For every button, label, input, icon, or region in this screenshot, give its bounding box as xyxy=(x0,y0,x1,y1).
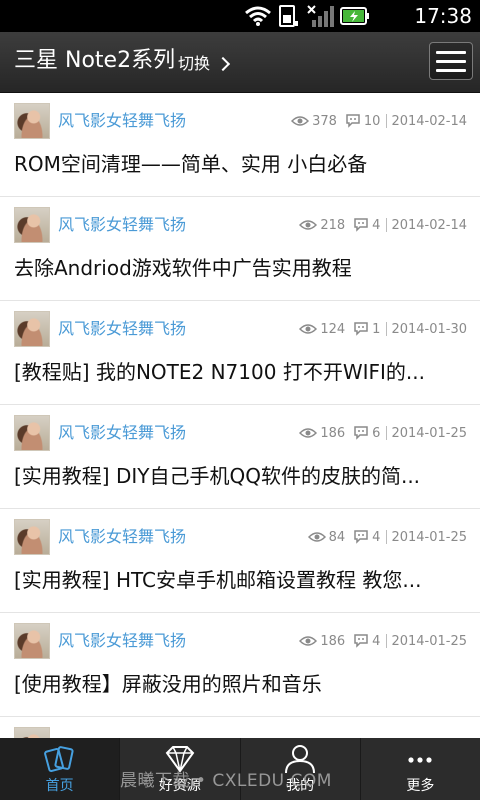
eye-icon xyxy=(299,324,318,334)
comment-icon xyxy=(354,218,368,232)
avatar[interactable] xyxy=(14,519,50,555)
view-count: 378 xyxy=(312,113,337,129)
meta-divider xyxy=(386,322,388,336)
switch-label: 切换 xyxy=(178,54,211,73)
item-meta: 186 4 2014-01-25 xyxy=(299,631,467,651)
meta-divider xyxy=(386,634,388,648)
app-bar: 三星 Note2系列 切换 xyxy=(0,32,480,93)
eye-icon xyxy=(299,220,318,230)
author-name[interactable]: 风飞影女轻舞飞扬 xyxy=(58,631,186,651)
comment-icon xyxy=(354,322,368,336)
author-name[interactable]: 风飞影女轻舞飞扬 xyxy=(58,423,186,443)
tab-label: 更多 xyxy=(406,778,435,794)
list-item[interactable]: 风飞影女轻舞飞扬 186 4 2014-01-25 [使用教程】屏蔽没用的照片和… xyxy=(0,613,480,717)
comment-count: 1 xyxy=(372,321,381,337)
comment-icon xyxy=(354,634,368,648)
article-title[interactable]: ROM空间清理——简单、实用 小白必备 xyxy=(14,151,466,177)
article-title[interactable]: [教程贴] 我的NOTE2 N7100 打不开WIFI的... xyxy=(14,359,466,385)
list-item-partial[interactable] xyxy=(0,717,480,738)
view-count: 84 xyxy=(328,529,346,545)
item-meta: 378 10 2014-02-14 xyxy=(291,111,467,131)
tab-mine[interactable]: 我的 xyxy=(241,738,361,800)
bottom-tab-bar: 首页 好资源 我的 更多 xyxy=(0,738,480,800)
post-date: 2014-02-14 xyxy=(391,217,467,233)
menu-icon-line xyxy=(436,68,466,72)
eye-icon xyxy=(307,532,326,542)
view-count: 186 xyxy=(320,633,346,649)
meta-divider xyxy=(386,530,388,544)
author-name[interactable]: 风飞影女轻舞飞扬 xyxy=(58,319,186,339)
sim-icon xyxy=(279,5,298,27)
more-dots-icon xyxy=(408,757,432,763)
meta-divider xyxy=(386,426,388,440)
chevron-right-icon xyxy=(215,56,231,72)
comment-icon xyxy=(346,114,360,128)
menu-icon-line xyxy=(436,50,466,54)
post-date: 2014-01-25 xyxy=(391,633,467,649)
meta-divider xyxy=(386,218,388,232)
item-meta: 218 4 2014-02-14 xyxy=(299,215,467,235)
comment-count: 10 xyxy=(363,113,381,129)
list-item[interactable]: 风飞影女轻舞飞扬 378 10 2014-02-14 ROM空间清理——简单、实… xyxy=(0,93,480,197)
avatar[interactable] xyxy=(14,623,50,659)
battery-icon xyxy=(340,7,369,25)
article-list: 风飞影女轻舞飞扬 378 10 2014-02-14 ROM空间清理——简单、实… xyxy=(0,93,480,738)
wifi-icon xyxy=(245,6,271,26)
item-meta: 186 6 2014-01-25 xyxy=(299,423,467,443)
status-bar: 17:38 xyxy=(0,0,480,32)
comment-count: 4 xyxy=(372,633,381,649)
avatar[interactable] xyxy=(14,727,50,738)
comment-count: 4 xyxy=(372,529,381,545)
page-title: 三星 Note2系列 xyxy=(14,48,176,73)
post-date: 2014-01-30 xyxy=(391,321,467,337)
author-name[interactable]: 风飞影女轻舞飞扬 xyxy=(58,111,186,131)
view-count: 218 xyxy=(320,217,346,233)
comment-count: 4 xyxy=(372,217,381,233)
tab-more[interactable]: 更多 xyxy=(361,738,480,800)
avatar[interactable] xyxy=(14,103,50,139)
list-item[interactable]: 风飞影女轻舞飞扬 218 4 2014-02-14 去除Andriod游戏软件中… xyxy=(0,197,480,301)
switch-button[interactable]: 切换 xyxy=(178,54,231,74)
article-title[interactable]: [实用教程] DIY自己手机QQ软件的皮肤的简... xyxy=(14,463,466,489)
comment-count: 6 xyxy=(372,425,381,441)
avatar[interactable] xyxy=(14,207,50,243)
diamond-icon xyxy=(165,746,195,773)
tab-label: 我的 xyxy=(286,778,315,794)
status-time: 17:38 xyxy=(414,4,472,28)
menu-icon-line xyxy=(436,59,466,63)
item-meta: 124 1 2014-01-30 xyxy=(299,319,467,339)
status-icons xyxy=(244,4,370,28)
signal-icon xyxy=(307,5,334,27)
comment-icon xyxy=(354,426,368,440)
item-meta: 84 4 2014-01-25 xyxy=(307,527,467,547)
post-date: 2014-02-14 xyxy=(391,113,467,129)
tab-label: 首页 xyxy=(45,778,74,794)
tab-label: 好资源 xyxy=(158,778,201,794)
author-name[interactable]: 风飞影女轻舞飞扬 xyxy=(58,215,186,235)
list-item[interactable]: 风飞影女轻舞飞扬 124 1 2014-01-30 [教程贴] 我的NOTE2 … xyxy=(0,301,480,405)
avatar[interactable] xyxy=(14,311,50,347)
article-title[interactable]: 去除Andriod游戏软件中广告实用教程 xyxy=(14,255,466,281)
eye-icon xyxy=(299,428,318,438)
view-count: 186 xyxy=(320,425,346,441)
tab-resources[interactable]: 好资源 xyxy=(120,738,241,800)
user-icon xyxy=(285,745,316,774)
author-name[interactable]: 风飞影女轻舞飞扬 xyxy=(58,527,186,547)
post-date: 2014-01-25 xyxy=(391,425,467,441)
tab-home[interactable]: 首页 xyxy=(0,738,121,800)
list-item[interactable]: 风飞影女轻舞飞扬 84 4 2014-01-25 [实用教程] HTC安卓手机邮… xyxy=(0,509,480,613)
view-count: 124 xyxy=(320,321,346,337)
meta-divider xyxy=(386,114,388,128)
comment-icon xyxy=(354,530,368,544)
list-item[interactable]: 风飞影女轻舞飞扬 186 6 2014-01-25 [实用教程] DIY自己手机… xyxy=(0,405,480,509)
home-cards-icon xyxy=(43,746,74,773)
article-title[interactable]: [实用教程] HTC安卓手机邮箱设置教程 教您... xyxy=(14,567,466,593)
menu-button[interactable] xyxy=(429,42,473,80)
eye-icon xyxy=(299,636,318,646)
post-date: 2014-01-25 xyxy=(391,529,467,545)
article-title[interactable]: [使用教程】屏蔽没用的照片和音乐 xyxy=(14,671,466,697)
eye-icon xyxy=(291,116,310,126)
avatar[interactable] xyxy=(14,415,50,451)
